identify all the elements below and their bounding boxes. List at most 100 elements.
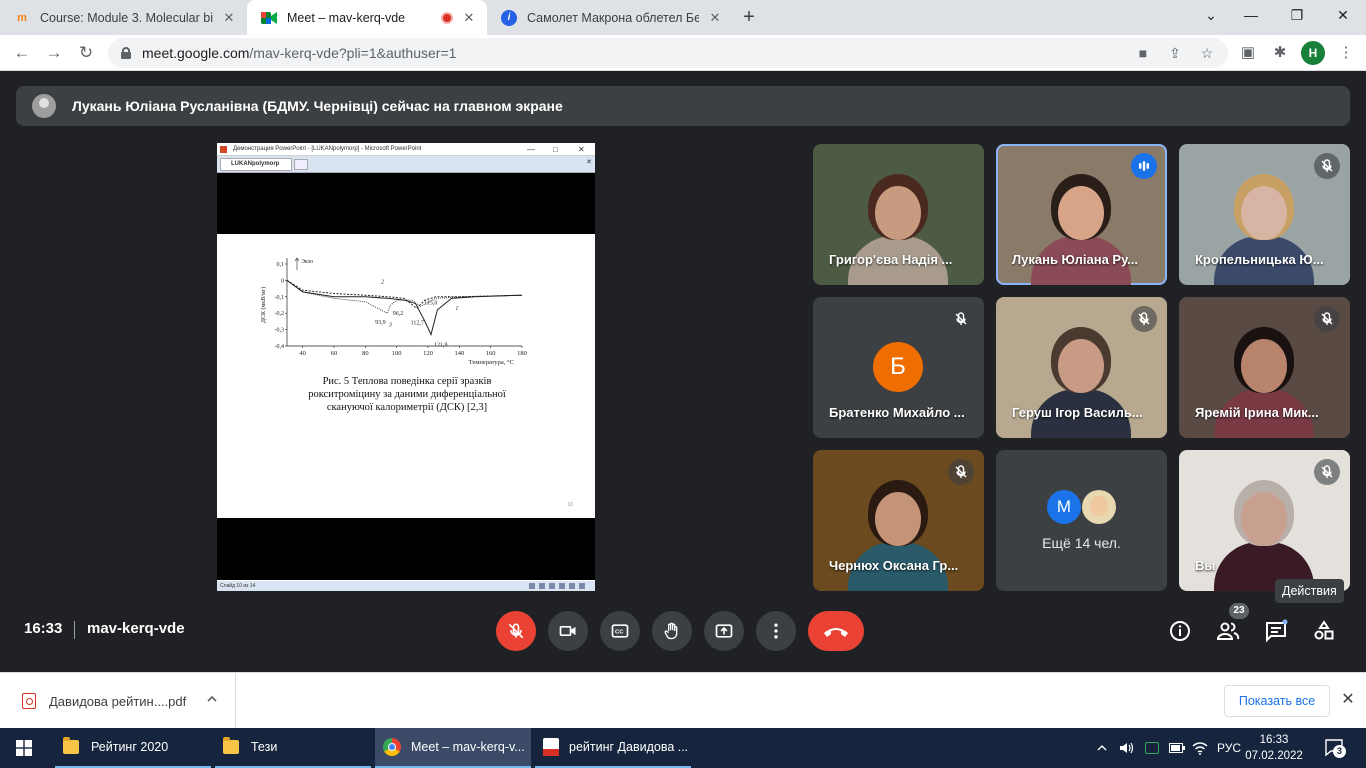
x-tick-label: 60 [331,350,338,357]
banner-text: Лукань Юліана Русланівна (БДМУ. Чернівці… [72,98,563,114]
screenshot-icon[interactable]: ▣ [1238,43,1258,63]
bookmark-star-icon[interactable]: ☆ [1198,44,1216,62]
taskbar-clock[interactable]: 16:33 07.02.2022 [1244,732,1304,764]
back-button[interactable]: ← [8,39,36,67]
participant-tile[interactable]: Яремій Ірина Мик... [1179,297,1350,438]
info-icon [1170,621,1190,641]
browser-toolbar: ← → ↻ meet.google.com/mav-kerq-vde?pli=1… [0,35,1366,71]
present-button[interactable] [704,611,744,651]
y-tick-label: -0,1 [275,295,285,301]
camera-button[interactable] [548,611,588,651]
captions-button[interactable]: CC [600,611,640,651]
camera-icon[interactable]: ■ [1134,44,1152,62]
new-tab-button[interactable]: + [738,6,760,28]
ppt-close-icon: ✕ [578,145,585,154]
pdf-icon [22,693,36,709]
chart-annotation: 1 [455,306,458,312]
participant-name: Кропельницька Ю... [1195,252,1324,267]
tab-course[interactable]: m Course: Module 3. Molecular biolo ✕ [0,0,247,35]
meeting-details-button[interactable] [1167,618,1193,644]
taskbar-tezy[interactable]: Тези [215,728,371,768]
chevron-up-icon[interactable] [205,692,219,706]
close-icon[interactable]: ✕ [707,10,723,26]
participant-tile[interactable]: Кропельницька Ю... [1179,144,1350,285]
ppt-view-icons [529,583,589,589]
chat-button[interactable] [1263,618,1289,644]
extensions-icon[interactable]: ✱ [1270,43,1290,63]
url-path: /mav-kerq-vde?pli=1&authuser=1 [249,45,457,61]
chart-annotation: 93,9 [375,320,386,326]
participant-tile[interactable]: Григор'єва Надія ... [813,144,984,285]
people-icon [1216,622,1240,640]
letterbox-top [217,173,595,234]
slide-caption: Рис. 5 Теплова поведінка серії зразків р… [308,376,506,413]
participant-tile[interactable]: Геруш Ігор Василь... [996,297,1167,438]
taskbar-pdf[interactable]: рейтинг Давидова ... [535,728,691,768]
participant-tile[interactable]: Чернюх Оксана Гр... [813,450,984,591]
profile-avatar[interactable]: H [1301,41,1325,65]
mic-off-icon [1314,306,1340,332]
ppt-status-bar: Слайд 10 из 14 [217,581,595,591]
participant-tile[interactable]: Лукань Юліана Ру... [996,144,1167,285]
raise-hand-button[interactable] [652,611,692,651]
input-language[interactable]: РУС [1214,728,1244,768]
close-window-button[interactable]: ✕ [1320,0,1366,30]
x-tick-label: 80 [362,350,369,357]
share-icon[interactable]: ⇪ [1166,44,1184,62]
people-button[interactable] [1215,618,1241,644]
more-vert-icon [774,623,778,639]
mic-off-icon [948,306,974,332]
divider [74,621,75,639]
y-axis-label: ДСК (мкВ/мг) [260,287,267,323]
show-hidden-icons-chevron[interactable] [1094,728,1110,768]
call-end-icon [824,628,848,637]
tab-news[interactable]: i Самолет Макрона облетел Бело ✕ [487,0,733,35]
folder-icon [223,737,239,754]
start-button[interactable] [0,728,48,768]
forward-button[interactable]: → [40,39,68,67]
series-2-line [286,279,523,309]
news-icon: i [501,9,517,26]
activities-button[interactable] [1311,618,1337,644]
slide-number: 10 [567,502,573,508]
windows-icon [16,740,32,756]
mic-off-button[interactable] [496,611,536,651]
chart-annotation: 121,9 [434,343,448,349]
wifi-icon[interactable] [1189,728,1211,768]
tab-meet[interactable]: Meet – mav-kerq-vde ✕ [247,0,487,35]
participant-tile[interactable]: Б Братенко Михайло ... [813,297,984,438]
notifications-icon[interactable]: 3 [1324,737,1346,758]
reload-button[interactable]: ↻ [72,39,100,67]
more-participants-tile[interactable]: M Ещё 14 чел. [996,450,1167,591]
menu-icon[interactable]: ⋮ [1336,43,1356,63]
minimize-button[interactable]: — [1228,0,1274,30]
y-tick-label: -0,2 [275,311,285,317]
x-tick-label: 140 [454,350,464,357]
moodle-icon: m [17,11,27,24]
participant-name: Геруш Ігор Василь... [1012,405,1143,420]
keyboard-app-icon[interactable] [1141,728,1163,768]
participant-name: Яремій Ірина Мик... [1195,405,1319,420]
taskbar-chrome-meet[interactable]: Meet – mav-kerq-v... [375,728,531,768]
restore-button[interactable]: ❐ [1274,0,1320,30]
leave-call-button[interactable] [808,611,864,651]
ppt-title: Демонстрация PowerPoint - [LUKANpolymorp… [233,146,422,152]
download-item[interactable]: Давидова рейтин....pdf [0,673,236,729]
close-icon[interactable]: ✕ [461,10,477,26]
address-bar[interactable]: meet.google.com/mav-kerq-vde?pli=1&authu… [108,38,1228,68]
show-all-downloads-button[interactable]: Показать все [1224,685,1330,717]
close-icon[interactable]: ✕ [221,10,237,26]
ppt-doc-tab: LUKANpolymorp [220,158,292,171]
y-tick-label: 0 [281,278,284,284]
close-downloads-icon[interactable]: ✕ [1338,690,1358,710]
url-host: meet.google.com [142,45,250,61]
y-tick-label: 0,1 [277,262,285,268]
mic-off-icon [1314,459,1340,485]
more-options-button[interactable] [756,611,796,651]
meeting-code[interactable]: mav-kerq-vde [87,620,185,637]
lock-icon[interactable] [120,47,132,59]
volume-icon[interactable] [1116,728,1138,768]
battery-icon[interactable] [1166,728,1188,768]
participant-tile[interactable]: Вы [1179,450,1350,591]
taskbar-rating-2020[interactable]: Рейтинг 2020 [55,728,211,768]
